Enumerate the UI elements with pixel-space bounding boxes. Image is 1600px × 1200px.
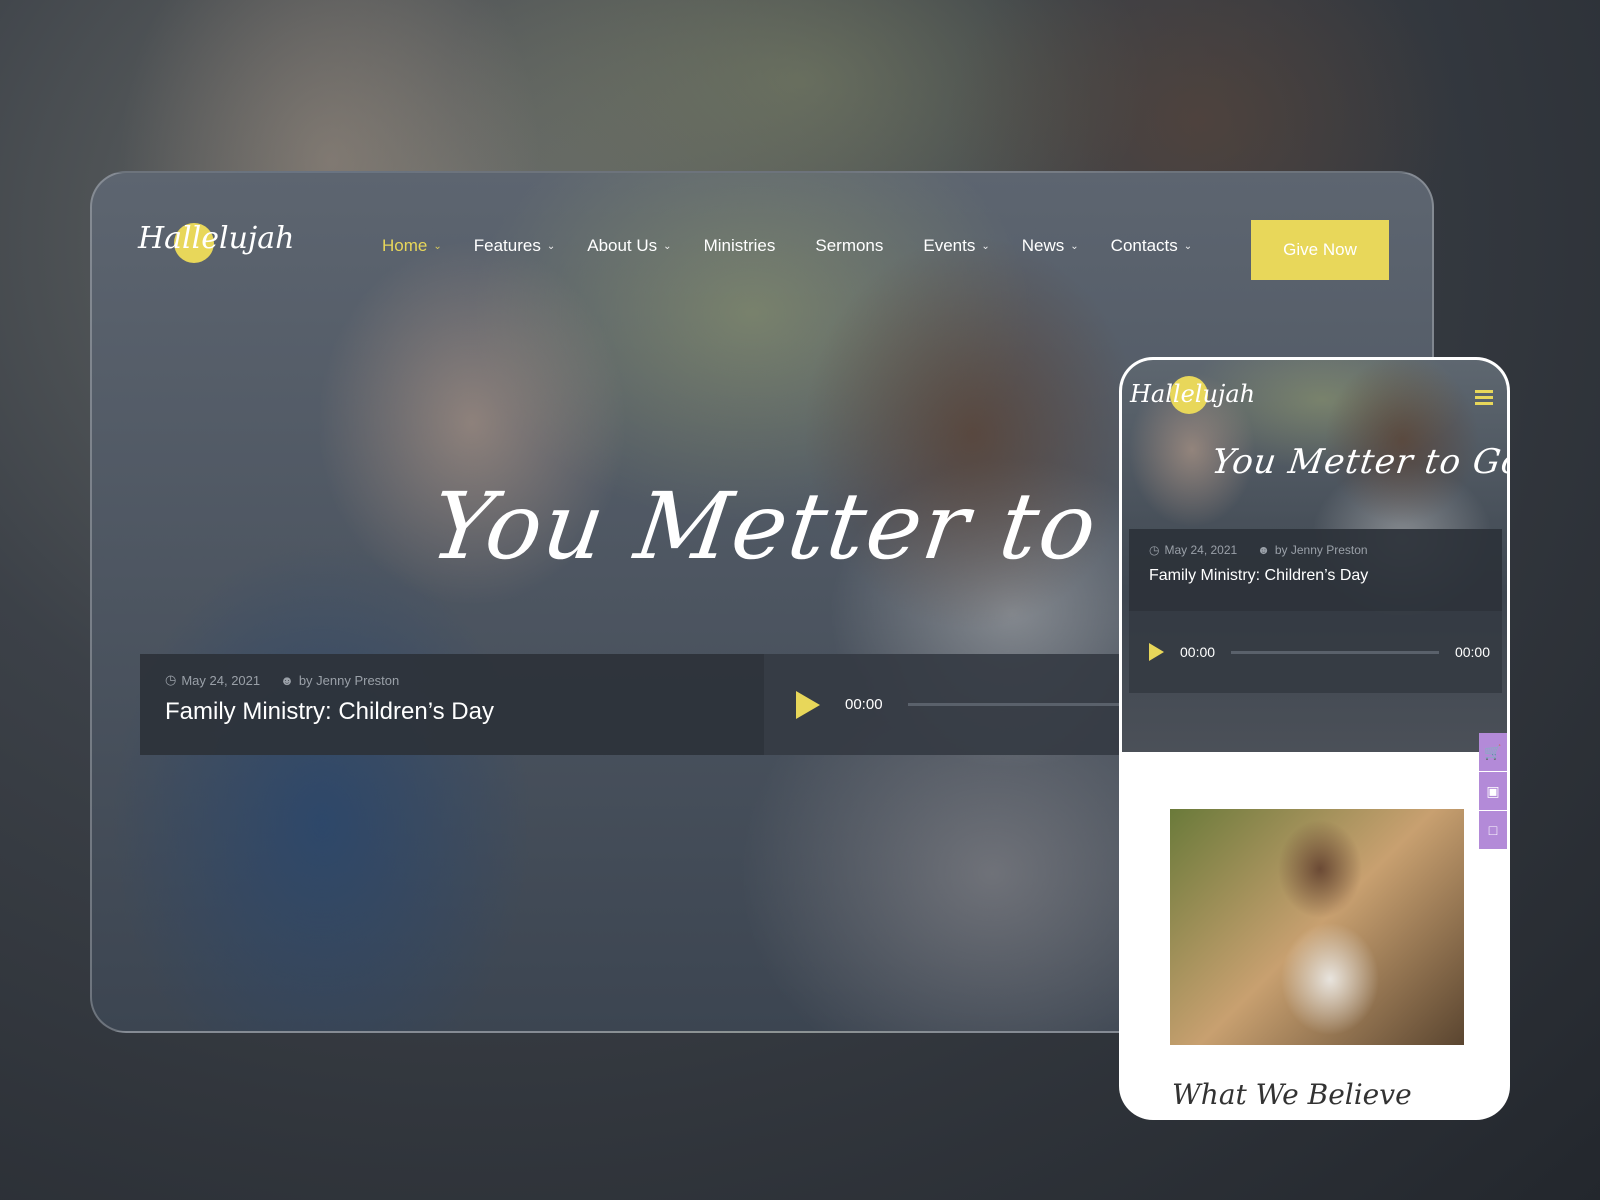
main-nav: Home ⌄ Features ⌄ About Us ⌄ Ministries Ser… — [382, 236, 1224, 256]
post-title[interactable]: Family Ministry: Children’s Day — [165, 698, 739, 726]
nav-features[interactable]: Features ⌄ — [474, 236, 555, 256]
mobile-post-card[interactable]: ◷ May 24, 2021 ☻ by Jenny Preston Family M… — [1129, 529, 1502, 611]
section-title: What We Believe — [1172, 1078, 1412, 1111]
window-icon[interactable]: □ — [1479, 811, 1507, 850]
image-icon[interactable]: ▣ — [1479, 772, 1507, 811]
nav-ministries[interactable]: Ministries — [704, 236, 776, 256]
side-toolbar: 🛒 ▣ □ — [1479, 733, 1507, 850]
post-author[interactable]: ☻ by Jenny Preston — [280, 673, 399, 688]
user-icon: ☻ — [1257, 543, 1270, 557]
mobile-logo[interactable]: Hallelujah — [1130, 376, 1255, 414]
post-author[interactable]: ☻ by Jenny Preston — [1257, 543, 1367, 557]
chevron-down-icon: ⌄ — [981, 240, 990, 252]
hamburger-menu-icon[interactable] — [1475, 390, 1493, 408]
play-icon[interactable] — [1149, 643, 1164, 661]
nav-about-us[interactable]: About Us ⌄ — [587, 236, 671, 256]
audio-player: 00:00 — [764, 654, 1164, 755]
mobile-preview: Hallelujah You Metter to God ◷ May 24, 20… — [1119, 357, 1510, 1120]
nav-sermons[interactable]: Sermons — [815, 236, 883, 256]
chevron-down-icon: ⌄ — [1183, 240, 1193, 252]
chevron-down-icon: ⌄ — [433, 240, 442, 252]
post-date: ◷ May 24, 2021 — [165, 672, 261, 688]
progress-track[interactable] — [1231, 650, 1439, 654]
user-icon: ☻ — [280, 672, 294, 688]
current-time: 00:00 — [845, 696, 883, 713]
mobile-hero-title: You Metter to God — [1209, 442, 1510, 482]
nav-contacts[interactable]: Contacts ⌄ — [1111, 236, 1192, 256]
woman-praying-photo — [1170, 809, 1464, 1045]
mobile-audio-player: 00:00 00:00 — [1129, 611, 1502, 693]
clock-icon: ◷ — [165, 672, 177, 687]
nav-news[interactable]: News ⌄ — [1022, 236, 1079, 256]
current-time: 00:00 — [1180, 644, 1216, 660]
post-card[interactable]: ◷ May 24, 2021 ☻ by Jenny Preston Family M… — [140, 654, 764, 755]
chevron-down-icon: ⌄ — [546, 240, 556, 252]
post-date: ◷ May 24, 2021 — [1149, 543, 1238, 557]
give-now-button[interactable]: Give Now — [1251, 220, 1389, 280]
chevron-down-icon: ⌄ — [663, 240, 672, 252]
mobile-hero: Hallelujah You Metter to God ◷ May 24, 20… — [1122, 360, 1507, 752]
nav-home[interactable]: Home ⌄ — [382, 236, 442, 256]
nav-events[interactable]: Events ⌄ — [923, 236, 989, 256]
clock-icon: ◷ — [1149, 543, 1160, 557]
duration: 00:00 — [1454, 644, 1490, 660]
chevron-down-icon: ⌄ — [1070, 240, 1079, 252]
cart-icon[interactable]: 🛒 — [1479, 733, 1507, 772]
post-title[interactable]: Family Ministry: Children’s Day — [1149, 567, 1482, 585]
play-icon[interactable] — [796, 690, 820, 719]
logo[interactable]: Hallelujah — [138, 221, 294, 263]
